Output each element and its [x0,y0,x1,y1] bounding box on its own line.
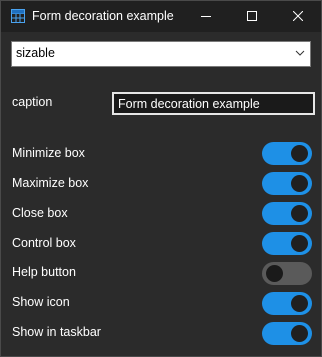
form-window: Form decoration example sizable caption … [0,0,322,357]
chevron-down-icon[interactable] [295,47,305,61]
help-button-toggle[interactable] [262,262,312,285]
close-button[interactable] [275,1,321,32]
window-title: Form decoration example [32,9,174,23]
toggle-knob [291,145,308,162]
toggle-knob [291,175,308,192]
combo-selected-value: sizable [16,46,55,60]
minimize-icon [201,8,211,26]
maximize-box-toggle[interactable] [262,172,312,195]
show-in-taskbar-toggle[interactable] [262,322,312,345]
close-icon [292,8,304,26]
toggle-knob [291,295,308,312]
minimize-box-toggle[interactable] [262,142,312,165]
minimize-box-label: Minimize box [12,146,85,160]
help-button-label: Help button [12,265,76,279]
toggle-knob [291,205,308,222]
show-icon-toggle[interactable] [262,292,312,315]
control-box-label: Control box [12,236,76,250]
caption-input[interactable] [112,92,315,115]
caption-label: caption [12,95,53,109]
minimize-button[interactable] [183,1,229,32]
border-style-combobox[interactable]: sizable [11,41,311,67]
maximize-button[interactable] [229,1,275,32]
close-box-toggle[interactable] [262,202,312,225]
title-bar[interactable]: Form decoration example [1,1,321,32]
maximize-box-label: Maximize box [12,176,89,190]
control-box-toggle[interactable] [262,232,312,255]
show-icon-label: Show icon [12,295,70,309]
close-box-label: Close box [12,206,68,220]
toggle-knob [266,265,283,282]
toggle-knob [291,235,308,252]
maximize-icon [247,8,257,26]
window-grid-icon [11,9,25,23]
toggle-knob [291,325,308,342]
show-in-taskbar-label: Show in taskbar [12,325,101,339]
